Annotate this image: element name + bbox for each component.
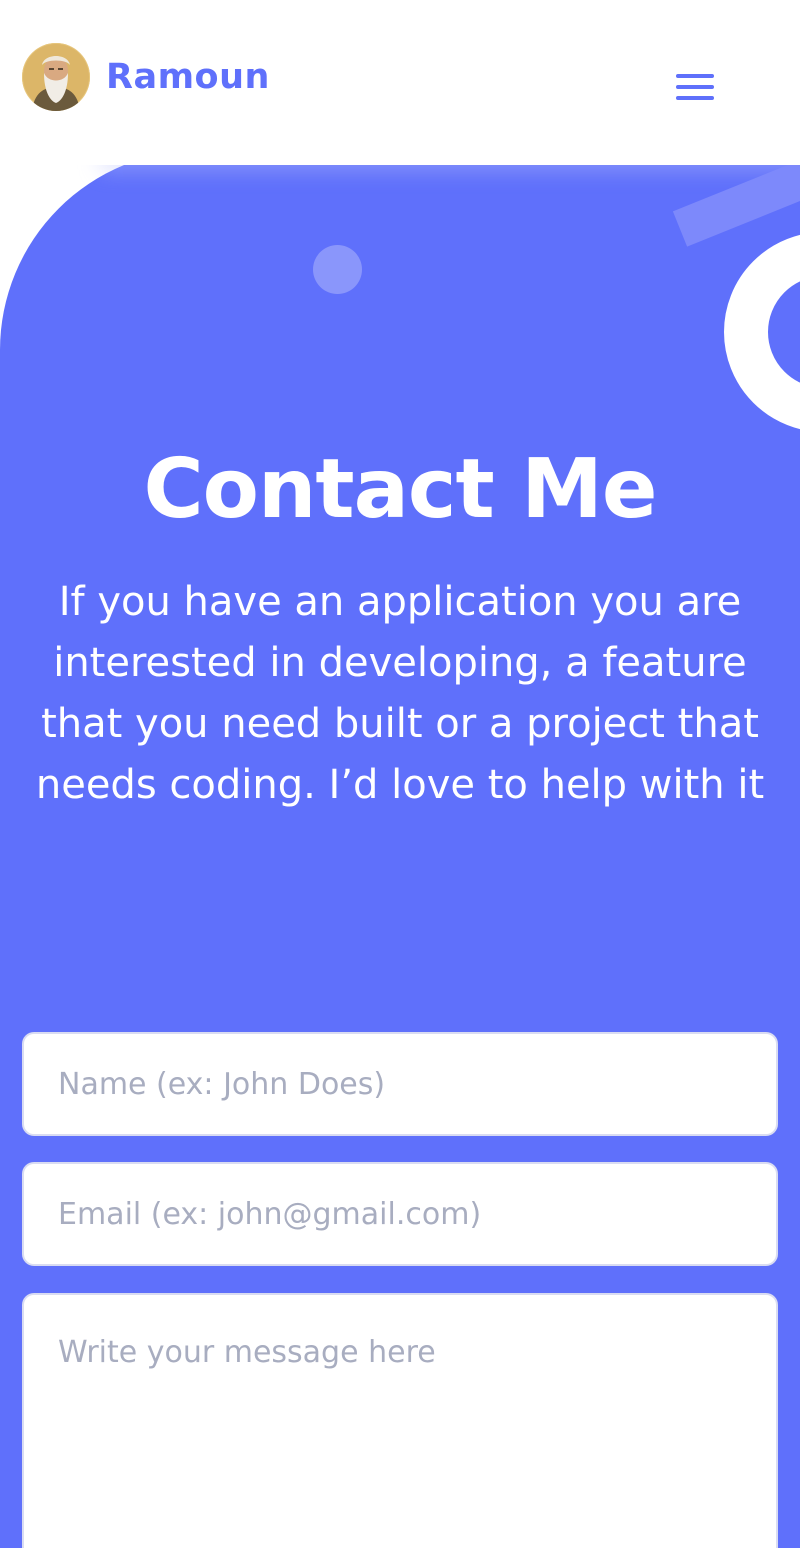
email-input[interactable] — [22, 1162, 778, 1266]
brand-link[interactable]: Ramoun — [22, 43, 270, 111]
menu-line-top — [676, 74, 714, 78]
page-subtitle: If you have an application you are inter… — [35, 579, 765, 808]
hamburger-menu-icon[interactable] — [672, 68, 718, 106]
portrait-avatar-image — [22, 43, 90, 111]
contact-page: Ramoun Contact Me If you have an applica… — [0, 0, 800, 1548]
avatar — [22, 43, 90, 111]
decorative-circle-dot — [313, 245, 362, 294]
menu-line-middle — [676, 85, 714, 89]
page-title: Contact Me — [143, 442, 658, 537]
brand-name: Ramoun — [106, 56, 270, 97]
name-input[interactable] — [22, 1032, 778, 1136]
message-textarea[interactable] — [22, 1293, 778, 1548]
site-header: Ramoun — [0, 0, 800, 165]
menu-line-bottom — [676, 96, 714, 100]
